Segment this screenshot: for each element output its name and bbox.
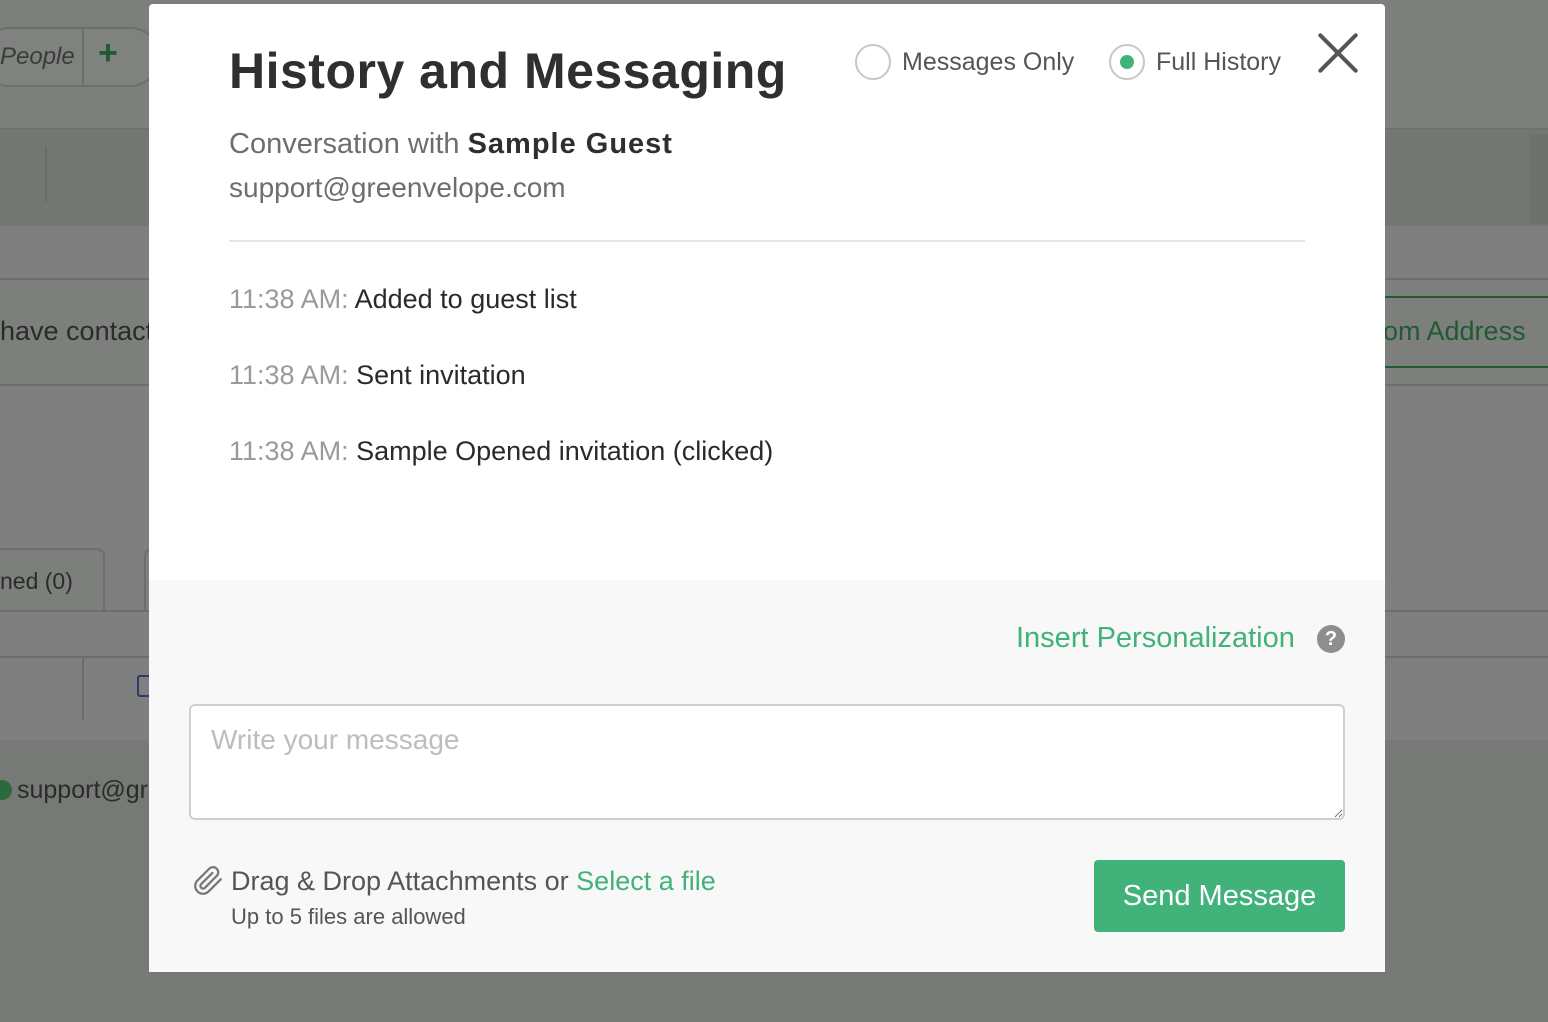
radio-button-icon[interactable] [855,44,891,80]
send-message-button[interactable]: Send Message [1094,860,1345,932]
insert-personalization-link[interactable]: Insert Personalization [1016,622,1295,655]
messages-only-radio[interactable]: Messages Only [855,44,1074,80]
radio-button-checked-icon[interactable] [1109,44,1145,80]
guest-name: Sample Guest [467,128,673,160]
full-history-label[interactable]: Full History [1156,48,1281,77]
conversation-heading: Conversation with Sample Guest [229,128,673,161]
custom-address-label: om Address [1383,316,1526,346]
full-history-radio[interactable]: Full History [1109,44,1281,80]
contacts-text: have contacts [0,316,167,346]
history-item: 11:38 AM: Sample Opened invitation (clic… [229,436,773,512]
pill-divider [82,27,84,87]
sender-email: support@gr [17,776,148,804]
history-text: Sample Opened invitation (clicked) [356,436,774,466]
history-item: 11:38 AM: Sent invitation [229,360,773,436]
history-list: 11:38 AM: Added to guest list 11:38 AM: … [229,284,773,512]
attach-prefix: Drag & Drop Attachments or [231,866,569,896]
guest-email: support@greenvelope.com [229,172,566,203]
paperclip-icon [194,865,222,895]
conversation-prefix: Conversation with [229,128,460,160]
select-file-link[interactable]: Select a file [576,866,716,896]
messages-only-label[interactable]: Messages Only [902,48,1074,77]
plus-icon: + [98,34,118,72]
attachment-limit: Up to 5 files are allowed [231,904,466,929]
history-time: 11:38 AM: [229,360,349,390]
toolbar-edge [1530,134,1548,224]
people-tab-label: People [0,43,75,70]
history-item: 11:38 AM: Added to guest list [229,284,773,360]
toolbar-divider [45,146,47,202]
history-text: Sent invitation [356,360,526,390]
history-text: Added to guest list [354,284,577,314]
history-time: 11:38 AM: [229,436,349,466]
attachment-dropzone[interactable]: Drag & Drop Attachments or Select a file [231,866,716,897]
divider [229,240,1305,242]
question-circle-icon[interactable]: ? [1317,625,1345,653]
message-composer: Insert Personalization ? Drag & Drop Att… [149,580,1385,972]
message-input[interactable] [189,704,1345,820]
history-messaging-modal: History and Messaging Messages Only Full… [149,4,1385,972]
table-column-divider [82,656,84,720]
background-tab-label: ned (0) [0,568,73,594]
history-time: 11:38 AM: [229,284,349,314]
modal-title: History and Messaging [229,43,787,99]
close-icon[interactable] [1315,30,1361,76]
